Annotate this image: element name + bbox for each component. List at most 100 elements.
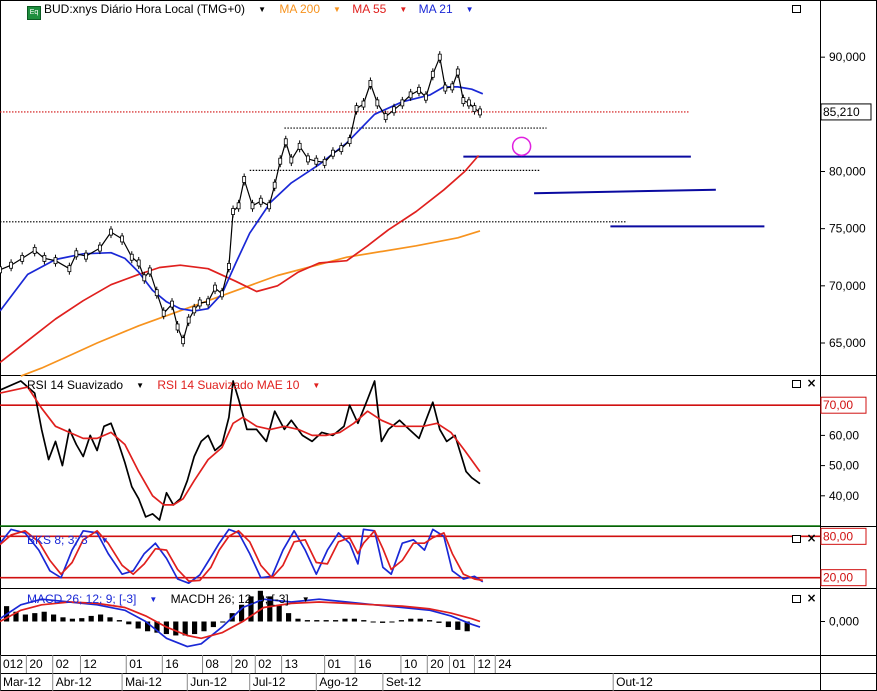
y-tick-label: 65,000	[829, 336, 866, 350]
y-tick-label: 70,000	[829, 279, 866, 293]
histogram-bar	[427, 620, 433, 622]
candle-body	[0, 266, 2, 274]
marker-circle	[511, 136, 532, 157]
x-month-label: Mai-12	[125, 675, 162, 689]
stoch-label[interactable]: BKS 8; 3; 3	[27, 533, 88, 547]
candle-body	[129, 253, 134, 261]
candle-body	[197, 299, 202, 307]
x-day-label: 20	[430, 657, 444, 671]
candle-body	[206, 298, 210, 306]
candle-body	[443, 84, 448, 92]
candle-body	[170, 300, 174, 308]
x-month-label: Jul-12	[253, 675, 286, 689]
histogram-bar	[323, 620, 329, 622]
candle-body	[272, 181, 277, 189]
histogram-bar	[60, 617, 66, 622]
histogram-bar	[22, 614, 28, 622]
candle-body	[331, 149, 335, 157]
candle-body	[375, 99, 380, 107]
candle-body	[347, 137, 352, 145]
x-day-label: 10	[404, 657, 418, 671]
candle-body	[213, 284, 217, 292]
ma200-label[interactable]: MA 200	[279, 2, 320, 16]
x-month-label: Ago-12	[319, 675, 358, 689]
candle-body	[437, 53, 442, 61]
histogram-bar	[173, 621, 179, 636]
ma55-label[interactable]: MA 55	[352, 2, 386, 16]
histogram-bar	[445, 621, 451, 628]
candle-body	[455, 68, 460, 76]
candle-body	[450, 83, 455, 91]
rsi-ma-label[interactable]: RSI 14 Suavizado MAE 10	[157, 378, 299, 392]
histogram-bar	[436, 621, 442, 623]
rsi-dropdown-icon[interactable]: ▼	[136, 381, 144, 390]
candle-body	[297, 142, 302, 150]
macd-dropdown-icon[interactable]: ▼	[149, 595, 157, 604]
close-macd-panel-icon[interactable]: ×	[806, 592, 817, 604]
macdh-label[interactable]: MACDH 26; 12; 9; [-3]	[171, 592, 289, 606]
x-day-label: 01	[129, 657, 143, 671]
histogram-bar	[361, 620, 367, 622]
series-line	[0, 86, 484, 312]
price-legend: Eq BUD:xnys Diário Hora Local (TMG+0) ▼ MA…	[27, 2, 474, 20]
level-value-label: 70,00	[823, 398, 853, 412]
histogram-bar	[389, 621, 395, 623]
candle-body	[42, 254, 47, 262]
histogram-bar	[51, 614, 57, 622]
maximize-price-panel-button[interactable]	[792, 5, 801, 13]
ma200-dropdown-icon[interactable]: ▼	[333, 5, 341, 14]
candle-body	[383, 113, 388, 121]
macd-label[interactable]: MACD 26; 12; 9; [-3]	[27, 592, 136, 606]
histogram-bar	[295, 618, 301, 622]
y-tick-label: 50,00	[829, 459, 859, 473]
histogram-bar	[304, 620, 310, 622]
candle-body	[192, 306, 197, 314]
candle-body	[472, 105, 477, 113]
maximize-macd-panel-button[interactable]	[792, 595, 801, 603]
histogram-bar	[380, 621, 386, 623]
histogram-bar	[333, 620, 339, 622]
candle-body	[306, 155, 310, 163]
y-tick-label: 40,00	[829, 489, 859, 503]
rsi-label[interactable]: RSI 14 Suavizado	[27, 378, 123, 392]
x-day-label: 20	[235, 657, 249, 671]
candle-body	[97, 244, 102, 252]
candle-body	[278, 157, 283, 165]
candle-body	[283, 138, 288, 146]
candle-body	[258, 197, 263, 205]
close-stoch-panel-icon[interactable]: ×	[806, 532, 817, 544]
candle-body	[430, 70, 435, 78]
maximize-stoch-panel-button[interactable]	[792, 535, 801, 543]
ma21-label[interactable]: MA 21	[419, 2, 453, 16]
histogram-bar	[135, 621, 141, 629]
chart-canvas: 90,00085,00080,00075,00070,00065,00085,2…	[0, 0, 877, 691]
x-day-label: 01	[328, 657, 342, 671]
series-line	[0, 154, 480, 364]
x-month-label: Jun-12	[190, 675, 227, 689]
symbol-dropdown-icon[interactable]: ▼	[258, 5, 266, 14]
ma21-dropdown-icon[interactable]: ▼	[466, 5, 474, 14]
symbol-label[interactable]: BUD:xnys Diário Hora Local (TMG+0)	[44, 2, 245, 16]
candle-body	[408, 91, 413, 99]
ma55-dropdown-icon[interactable]: ▼	[399, 5, 407, 14]
macdh-dropdown-icon[interactable]: ▼	[302, 595, 310, 604]
chart-window: 90,00085,00080,00075,00070,00065,00085,2…	[0, 0, 877, 691]
rsi-ma-dropdown-icon[interactable]: ▼	[312, 381, 320, 390]
candle-body	[74, 250, 79, 258]
y-tick-label: 60,00	[829, 428, 859, 442]
candle-body	[461, 97, 466, 105]
candle-body	[267, 202, 272, 210]
histogram-bar	[220, 621, 226, 623]
stoch-dropdown-icon[interactable]: ▼	[101, 536, 109, 545]
maximize-rsi-panel-button[interactable]	[792, 380, 801, 388]
x-month-label: Mar-12	[3, 675, 41, 689]
candle-body	[154, 289, 159, 297]
x-day-label: 12	[83, 657, 97, 671]
histogram-bar	[79, 618, 85, 622]
candle-body	[186, 316, 191, 324]
close-rsi-panel-icon[interactable]: ×	[806, 377, 817, 389]
candle-body	[67, 265, 72, 273]
histogram-bar	[342, 618, 348, 622]
histogram-bar	[69, 618, 75, 622]
candle-body	[236, 202, 241, 210]
